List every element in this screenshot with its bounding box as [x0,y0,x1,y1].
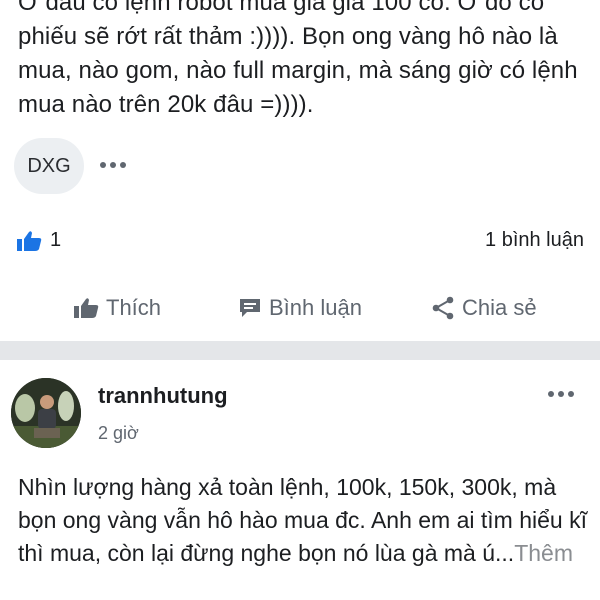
thumbs-up-icon [73,296,99,320]
comment-count-link[interactable]: 1 bình luận [485,229,584,252]
post-body-text: Nhìn lượng hàng xả toàn lệnh, 100k, 150k… [18,471,588,570]
share-button-label: Chia sẻ [462,295,537,320]
see-more-link[interactable]: Thêm [514,540,573,566]
post-body-content: Nhìn lượng hàng xả toàn lệnh, 100k, 150k… [18,474,587,566]
comment-button-label: Bình luận [269,295,362,320]
more-dots-icon[interactable] [100,162,126,168]
avatar[interactable] [11,378,81,448]
like-button-label: Thích [106,295,162,320]
reaction-summary[interactable]: 1 [16,229,61,252]
like-button[interactable]: Thích [73,295,161,321]
comment-bubble-icon [238,297,262,319]
author-name[interactable]: trannhutung [98,383,228,409]
post-divider [0,341,600,360]
post-timestamp[interactable]: 2 giờ [98,423,139,444]
stock-tag-chip[interactable]: DXG [14,138,84,194]
post-body-text: Ở đầu có lệnh robot mua giá giá 100 cổ. … [18,0,578,118]
share-icon [431,296,455,320]
more-dots-icon[interactable] [548,391,574,397]
like-count: 1 [50,229,62,251]
thumbs-up-icon [16,230,42,252]
share-button[interactable]: Chia sẻ [431,295,537,321]
comment-button[interactable]: Bình luận [238,295,362,321]
